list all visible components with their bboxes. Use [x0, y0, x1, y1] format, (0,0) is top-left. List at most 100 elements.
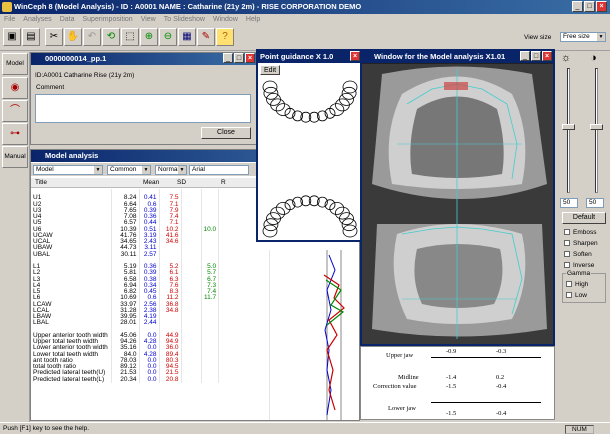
patient-close-button[interactable]: ×: [245, 53, 255, 63]
tooth-outline[interactable]: [270, 206, 286, 220]
sidebar-tab-model[interactable]: Model: [2, 53, 28, 75]
open-icon[interactable]: ▤: [22, 28, 40, 46]
sidebar-tab-arch-icon[interactable]: ⌒: [2, 100, 28, 122]
table-cell: Predicted lateral teeth(L): [31, 376, 112, 383]
soften-label: Soften: [573, 251, 592, 258]
guidance-titlebar: Point guidance X 1.0: [258, 51, 360, 63]
lower-left-value: -1.5: [446, 410, 457, 417]
col-title: Title: [35, 179, 48, 186]
app-logo-icon: [2, 2, 12, 12]
app-close-button[interactable]: ×: [596, 1, 607, 12]
menu-bar: File Analyses Data Superimposition View To Sl…: [0, 14, 610, 25]
profile-chart: [269, 250, 345, 420]
menu-view[interactable]: View: [137, 14, 160, 25]
ruler-icon[interactable]: ✂: [45, 28, 63, 46]
print-icon[interactable]: ✎: [197, 28, 215, 46]
menu-superimposition[interactable]: Superimposition: [78, 14, 136, 25]
corr-left-value: -1.5: [446, 383, 457, 390]
tooth-outline[interactable]: [335, 206, 350, 220]
save-icon[interactable]: ▣: [3, 28, 21, 46]
inverse-label: Inverse: [573, 262, 595, 269]
tooth-outline[interactable]: [275, 103, 291, 117]
comment-label: Comment: [36, 84, 65, 91]
soften-checkbox[interactable]: Soften: [564, 251, 592, 259]
brightness-field[interactable]: 50: [560, 198, 578, 208]
model-close-button[interactable]: ×: [542, 51, 552, 61]
sidebar-tab-measure-icon[interactable]: ⊶: [2, 123, 28, 145]
tooth-outline[interactable]: [335, 98, 350, 112]
model-minimize-button[interactable]: _: [520, 51, 530, 61]
dental-model-image: [362, 64, 553, 344]
tooth-outline[interactable]: [329, 201, 345, 215]
menu-file[interactable]: File: [0, 14, 19, 25]
close-button[interactable]: Close: [201, 127, 251, 139]
contrast-field[interactable]: 50: [586, 198, 604, 208]
zoom-in-icon[interactable]: ⊕: [140, 28, 158, 46]
hand-icon[interactable]: ✋: [64, 28, 82, 46]
menu-slideshow[interactable]: To Slideshow: [160, 14, 209, 25]
view-size-select[interactable]: Free size ▼: [560, 32, 606, 42]
select-area-icon[interactable]: ⬚: [121, 28, 139, 46]
table-cell: 10.0: [201, 226, 220, 233]
normal-select[interactable]: Normal ▼: [155, 165, 187, 175]
rotate-icon[interactable]: ⟲: [102, 28, 120, 46]
menu-data[interactable]: Data: [56, 14, 79, 25]
tooth-chart: [262, 80, 358, 238]
tooth-outline[interactable]: [275, 201, 291, 215]
lower-jaw-label: Lower jaw: [388, 405, 416, 412]
gamma-low-checkbox[interactable]: Low: [566, 292, 587, 300]
font-select[interactable]: Arial: [189, 165, 249, 175]
guidance-close-button[interactable]: ×: [350, 51, 360, 61]
analysis-value: Model: [36, 166, 54, 173]
app-maximize-button[interactable]: □: [584, 1, 595, 12]
divider: [431, 357, 541, 358]
analysis-select[interactable]: Model ▼: [33, 165, 103, 175]
guidance-window: Point guidance X 1.0 × Edit: [256, 49, 362, 242]
zoom-out-icon[interactable]: ⊖: [159, 28, 177, 46]
view-size-value: Free size: [563, 33, 590, 40]
upper-jaw-label: Upper jaw: [386, 352, 414, 359]
patient-maximize-button[interactable]: □: [234, 53, 244, 63]
help-icon[interactable]: ?: [216, 28, 234, 46]
contrast-thumb[interactable]: [590, 124, 603, 130]
table-cell: [181, 376, 202, 383]
sharpen-label: Sharpen: [573, 240, 598, 247]
sidebar-tab-tooth-icon[interactable]: ◉: [2, 77, 28, 99]
sharpen-checkbox[interactable]: Sharpen: [564, 240, 598, 248]
menu-help[interactable]: Help: [242, 14, 264, 25]
default-button[interactable]: Default: [562, 212, 606, 224]
model-maximize-button[interactable]: □: [531, 51, 541, 61]
contrast-slider[interactable]: [595, 68, 598, 193]
contrast-icon: ◑: [590, 52, 597, 64]
display-icon[interactable]: ▦: [178, 28, 196, 46]
gamma-high-checkbox[interactable]: High: [566, 281, 588, 289]
gamma-label: Gamma: [566, 270, 592, 277]
status-hint: Push [F1] key to see the help.: [3, 425, 89, 432]
undo-icon[interactable]: ↶: [83, 28, 101, 46]
inverse-checkbox[interactable]: Inverse: [564, 262, 594, 270]
tooth-outline[interactable]: [270, 98, 286, 112]
midline-left-value: -1.4: [446, 374, 457, 381]
sidebar-tab-manual[interactable]: Manual: [2, 146, 28, 168]
standard-select[interactable]: Common ▼: [107, 165, 151, 175]
table-cell: [201, 376, 220, 383]
patient-id-line: ID:A0001 Catharine Rise (21y 2m): [35, 72, 135, 79]
col-sd: SD: [177, 179, 187, 186]
menu-analyses[interactable]: Analyses: [19, 14, 55, 25]
lower-right-value: -0.4: [496, 410, 507, 417]
upper-right-value: -0.3: [496, 348, 507, 355]
divider: [431, 402, 541, 403]
view-size-label: View size: [524, 34, 552, 41]
app-minimize-button[interactable]: _: [572, 1, 583, 12]
emboss-checkbox[interactable]: Emboss: [564, 229, 596, 237]
tooth-outline[interactable]: [329, 103, 345, 117]
brightness-thumb[interactable]: [562, 124, 575, 130]
comment-textarea[interactable]: [35, 94, 251, 123]
brightness-slider[interactable]: [567, 68, 570, 193]
image-control-panel: ☼ ◑ 50 50 Default: [557, 52, 610, 422]
menu-window[interactable]: Window: [209, 14, 242, 25]
chevron-down-icon: ▼: [142, 166, 150, 174]
edit-button[interactable]: Edit: [260, 65, 280, 75]
table-cell: 20.34: [111, 376, 140, 383]
patient-minimize-button[interactable]: _: [223, 53, 233, 63]
